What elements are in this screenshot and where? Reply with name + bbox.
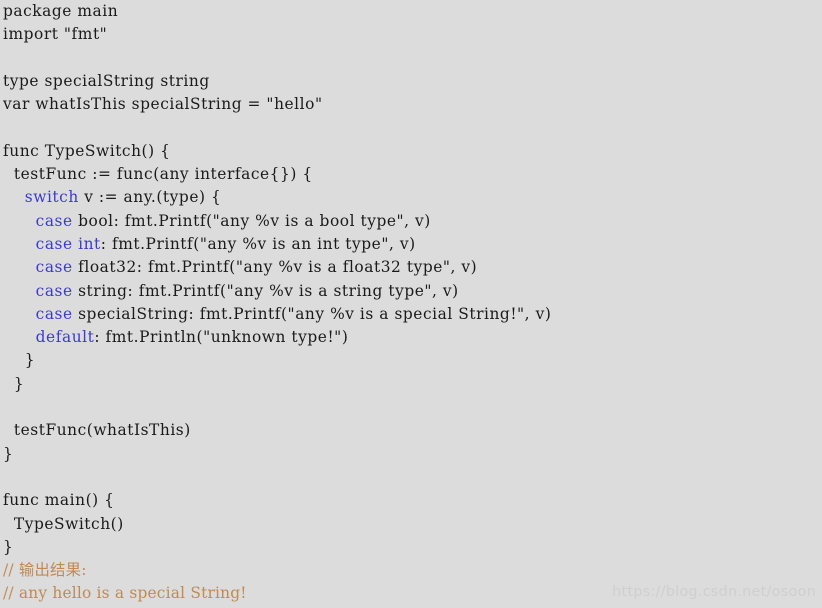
code-token: testFunc(whatIsThis) bbox=[3, 421, 191, 440]
code-line: // 输出结果: bbox=[0, 559, 822, 582]
keyword-token: case bbox=[35, 281, 73, 300]
keyword-token: int bbox=[78, 234, 101, 253]
code-token: } bbox=[3, 537, 14, 556]
code-line: testFunc := func(any interface{}) { bbox=[0, 163, 822, 186]
code-line: // any hello is a special String! bbox=[0, 582, 822, 605]
code-token: string: fmt.Printf("any %v is a string t… bbox=[72, 281, 459, 300]
code-line: } bbox=[0, 443, 822, 466]
code-line: } bbox=[0, 373, 822, 396]
code-line: package main bbox=[0, 0, 822, 23]
keyword-token: case bbox=[35, 234, 73, 253]
code-token: func main() { bbox=[3, 491, 115, 510]
code-line: var whatIsThis specialString = "hello" bbox=[0, 93, 822, 116]
code-token: } bbox=[3, 374, 25, 393]
keyword-token: default bbox=[35, 328, 95, 347]
code-line: case bool: fmt.Printf("any %v is a bool … bbox=[0, 210, 822, 233]
code-token: package main bbox=[3, 2, 119, 20]
code-line: testFunc(whatIsThis) bbox=[0, 419, 822, 442]
code-line: } bbox=[0, 349, 822, 372]
code-token: type specialString string bbox=[3, 71, 210, 90]
keyword-token: case bbox=[35, 304, 73, 323]
code-block[interactable]: package main import "fmt" type specialStr… bbox=[0, 0, 822, 608]
code-token: v := any.(type) { bbox=[78, 188, 222, 207]
code-line: import "fmt" bbox=[0, 23, 822, 46]
code-token: } bbox=[3, 444, 14, 463]
code-token: bool: fmt.Printf("any %v is a bool type"… bbox=[72, 211, 431, 230]
code-token: } bbox=[3, 351, 36, 370]
code-line: case float32: fmt.Printf("any %v is a fl… bbox=[0, 256, 822, 279]
keyword-token: case bbox=[35, 211, 73, 230]
code-token: func TypeSwitch() { bbox=[3, 141, 171, 160]
code-line: TypeSwitch() bbox=[0, 513, 822, 536]
code-token: : fmt.Printf("any %v is an int type", v) bbox=[100, 234, 416, 253]
code-line: type specialString string bbox=[0, 70, 822, 93]
comment-token: // any hello is a special String! bbox=[3, 584, 247, 603]
keyword-token: switch bbox=[24, 188, 79, 207]
code-token: import "fmt" bbox=[3, 25, 108, 44]
code-line: } bbox=[0, 536, 822, 559]
code-line: case string: fmt.Printf("any %v is a str… bbox=[0, 280, 822, 303]
code-token: specialString: fmt.Printf("any %v is a s… bbox=[72, 304, 552, 323]
comment-token: // 输出结果: bbox=[3, 561, 87, 580]
code-token: : fmt.Println("unknown type!") bbox=[94, 328, 349, 347]
code-token: testFunc := func(any interface{}) { bbox=[3, 165, 313, 184]
keyword-token: case bbox=[35, 258, 73, 277]
code-line: switch v := any.(type) { bbox=[0, 186, 822, 209]
code-line: case int: fmt.Printf("any %v is an int t… bbox=[0, 233, 822, 256]
code-line: default: fmt.Println("unknown type!") bbox=[0, 326, 822, 349]
code-token: float32: fmt.Printf("any %v is a float32… bbox=[72, 258, 478, 277]
code-token: var whatIsThis specialString = "hello" bbox=[3, 95, 323, 114]
code-line: func main() { bbox=[0, 489, 822, 512]
code-token: TypeSwitch() bbox=[3, 514, 124, 533]
code-line: case specialString: fmt.Printf("any %v i… bbox=[0, 303, 822, 326]
code-line: func TypeSwitch() { bbox=[0, 140, 822, 163]
